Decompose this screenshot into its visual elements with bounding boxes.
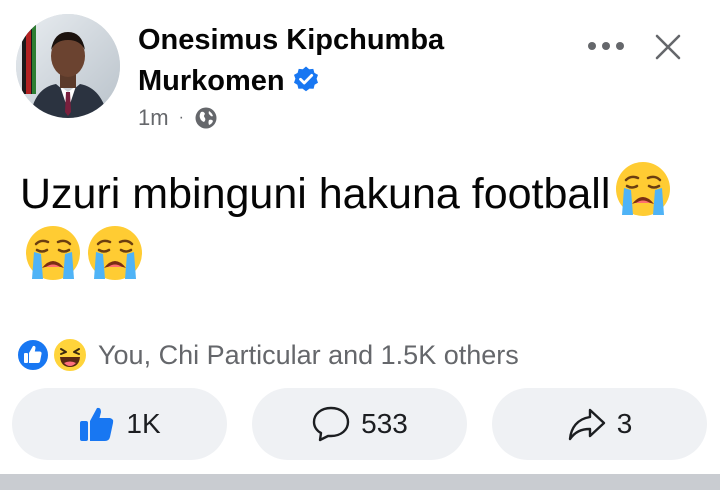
share-button[interactable]: 3 — [492, 388, 707, 460]
comment-count: 533 — [361, 408, 408, 439]
verified-badge-icon — [293, 66, 318, 92]
meta-separator: · — [178, 109, 184, 126]
post-meta: 1m · — [138, 103, 218, 133]
share-count: 3 — [616, 408, 633, 439]
crying-face-icon — [26, 226, 80, 280]
like-button[interactable]: 1K — [12, 388, 227, 460]
share-icon — [568, 408, 605, 441]
reactions-summary[interactable]: You, Chi Particular and 1.5K others — [16, 337, 519, 373]
like-reaction-icon — [16, 338, 50, 372]
crying-face-icon — [616, 162, 671, 216]
author-avatar[interactable] — [16, 14, 120, 118]
haha-reaction-icon — [52, 337, 88, 373]
post-timestamp[interactable]: 1m — [138, 105, 169, 131]
reactions-summary-text[interactable]: You, Chi Particular and 1.5K others — [98, 340, 519, 371]
thumbs-up-icon — [80, 407, 114, 441]
comment-icon — [312, 406, 350, 442]
crying-face-icon — [88, 226, 142, 280]
like-count: 1K — [126, 408, 161, 439]
more-options-button[interactable] — [586, 36, 626, 56]
reaction-icons — [16, 337, 92, 373]
comment-button[interactable]: 533 — [252, 388, 467, 460]
globe-icon[interactable] — [194, 106, 218, 130]
close-icon[interactable] — [652, 31, 684, 63]
bottom-divider — [0, 474, 720, 490]
post-body: Uzuri mbinguni hakuna football — [20, 160, 680, 288]
post-text: Uzuri mbinguni hakuna football — [20, 170, 611, 218]
author-name[interactable]: Onesimus Kipchumba Murkomen — [138, 20, 558, 102]
